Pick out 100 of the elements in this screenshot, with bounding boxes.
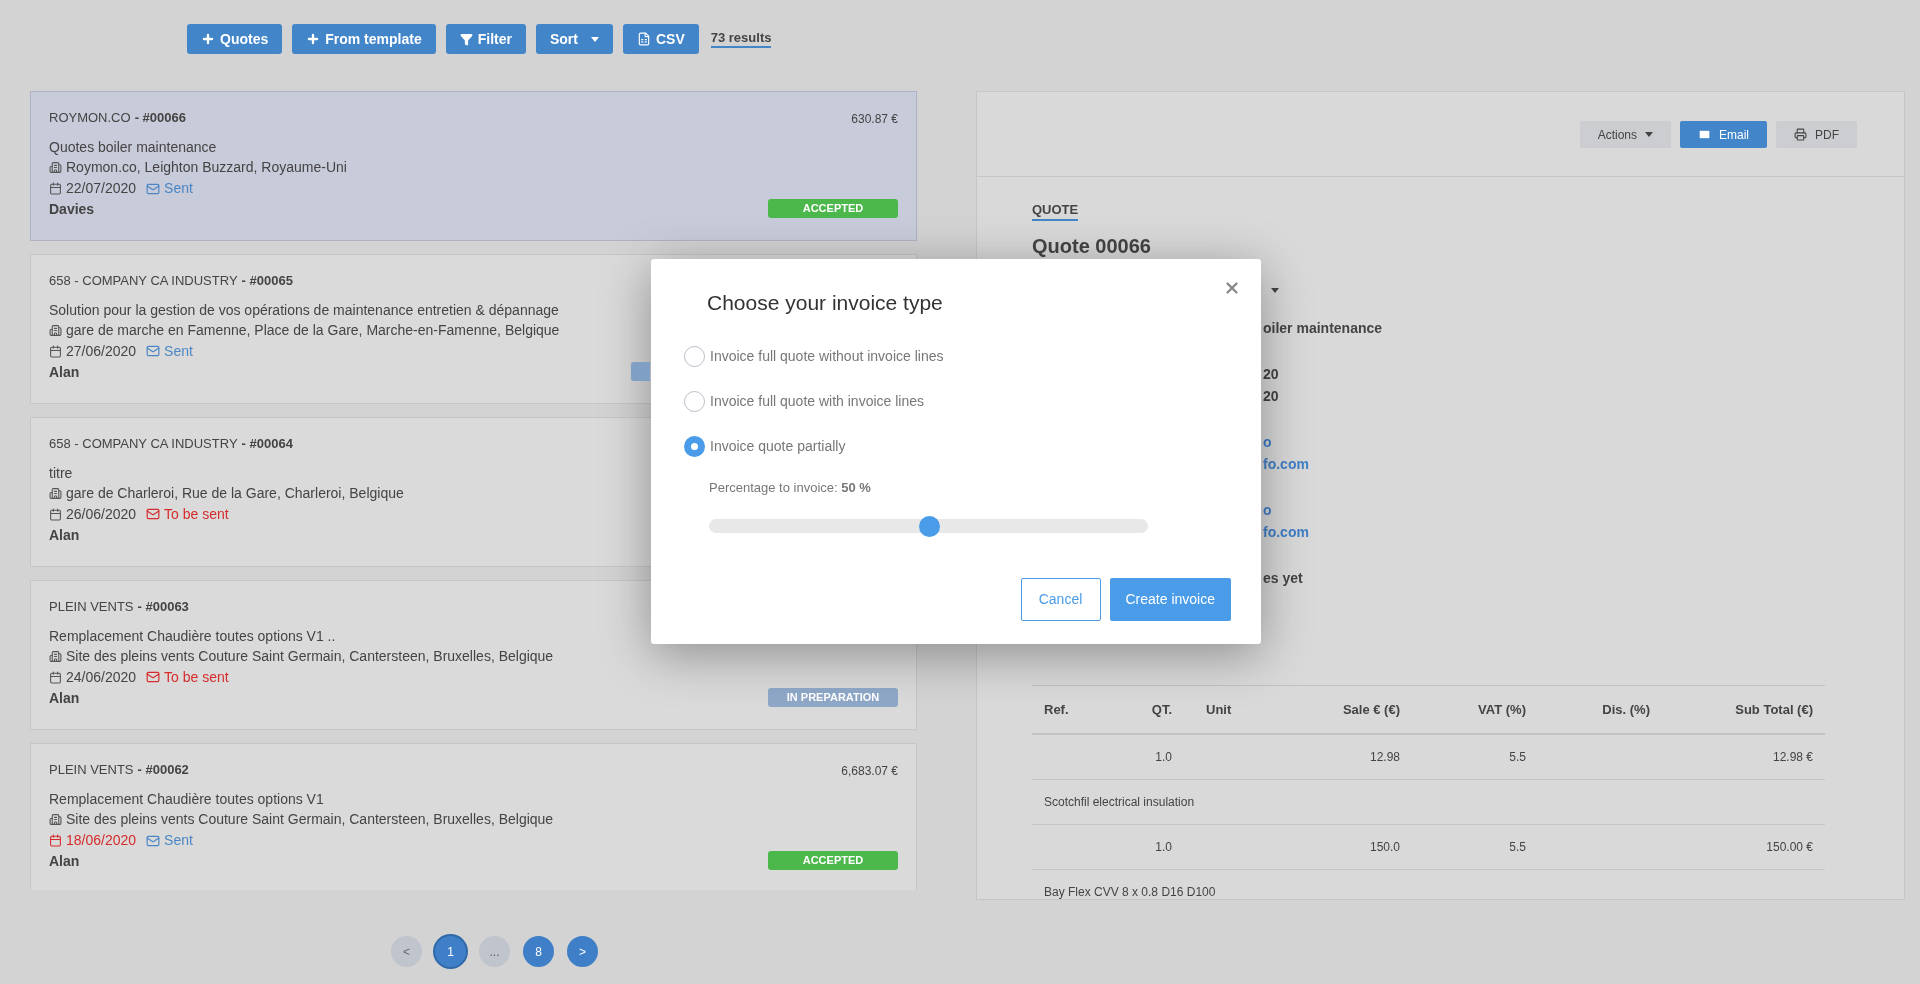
mail-status: To be sent <box>164 667 229 687</box>
quote-amount: 6,683.07 € <box>841 763 898 780</box>
quote-date: 27/06/2020 <box>66 341 137 361</box>
column-header: Sub Total (€) <box>1734 700 1814 719</box>
mail-status: Sent <box>164 831 193 850</box>
column-header: Sale € (€) <box>1341 700 1400 719</box>
results-count[interactable]: 73 results <box>710 30 772 48</box>
table-cell-text: 5.5 <box>1508 749 1526 766</box>
quote-date: 26/06/2020 <box>66 504 137 524</box>
quote-title: Quotes boiler maintenance <box>49 138 217 157</box>
item-description: Bay Flex CVV 8 x 0.8 D16 D100 <box>1044 884 1216 899</box>
quote-address: gare de marche en Famenne, Place de la Gare, Marche-en-Famenne, Belgique <box>66 320 560 340</box>
detail-link[interactable]: o <box>1263 499 1272 521</box>
table-cell-text: 12.98 € <box>1771 749 1814 766</box>
action-button[interactable]: PDF <box>1776 121 1857 148</box>
column-header: Dis. (%) <box>1601 700 1650 719</box>
page-button[interactable]: 8 <box>523 936 554 967</box>
building-icon <box>49 813 62 826</box>
column-header: QT. <box>1150 700 1172 719</box>
quote-title: Remplacement Chaudière toutes options V1 <box>49 790 324 809</box>
plus-icon <box>306 32 321 46</box>
mail-status: Sent <box>164 341 193 361</box>
column-header: VAT (%) <box>1477 700 1526 719</box>
toolbar-button[interactable]: Filter <box>445 24 526 54</box>
quote-author: Alan <box>49 525 80 545</box>
quote-address: Site des pleins vents Couture Saint Germain, Cantersteen, Bruxelles, Belgique <box>66 810 554 829</box>
toolbar-button[interactable]: Quotes <box>187 24 283 54</box>
quote-author: Alan <box>49 688 80 708</box>
building-icon <box>49 649 62 663</box>
radio-button[interactable] <box>684 391 705 412</box>
quote-title: Solution pour la gestion de vos opérations de maintenance entretien & dépannage <box>49 300 559 320</box>
toolbar-button[interactable]: CSV <box>622 24 699 54</box>
quote-address: gare de Charleroi, Rue de la Gare, Charleroi, Belgique <box>66 483 404 503</box>
file-icon <box>636 32 651 46</box>
table-cell-text: 1.0 <box>1154 839 1172 856</box>
percentage-label: Percentage to invoice: 50 % <box>709 478 871 497</box>
printer-icon <box>1794 128 1807 141</box>
cancel-button[interactable]: Cancel <box>1020 578 1101 621</box>
caret-icon <box>590 36 599 42</box>
quote-number: - #00064 <box>241 435 293 453</box>
table-cell-text: 150.00 € <box>1765 839 1814 856</box>
create-button[interactable]: Create invoice <box>1109 578 1231 621</box>
radio-button[interactable] <box>684 346 705 367</box>
page-button[interactable]: > <box>567 936 598 967</box>
item-description: Scotchfil electrical insulation <box>1044 794 1195 811</box>
table-cell-text: 5.5 <box>1508 839 1526 856</box>
toolbar-button[interactable]: From template <box>292 24 436 54</box>
quote-author: Alan <box>49 852 80 871</box>
quote-date: 24/06/2020 <box>66 667 137 687</box>
quote-card[interactable]: ROYMON.CO - #00066 630.87 € Quotes boiler maintenance Roymon.co, Leighton Buzzard, Royaume-Uni 22/07/2020 Sent Davies ACCEPTED <box>30 91 917 241</box>
filter-icon <box>459 32 473 46</box>
quote-amount: 630.87 € <box>851 111 898 128</box>
quote-heading: Quote 00066 <box>1032 234 1151 258</box>
slider-thumb[interactable] <box>918 516 940 537</box>
detail-link[interactable]: fo.com <box>1263 453 1309 475</box>
column-header: Unit <box>1205 700 1233 719</box>
table-cell-text: 1.0 <box>1154 749 1172 766</box>
quote-title: Remplacement Chaudière toutes options V1 .. <box>49 626 336 646</box>
quote-number: - #00063 <box>137 598 189 616</box>
quote-title: titre <box>49 463 73 483</box>
detail-link[interactable]: o <box>1263 431 1272 453</box>
quote-date: 18/06/2020 <box>66 831 137 850</box>
quote-number: - #00066 <box>134 109 186 127</box>
status-badge: IN PREPARATION <box>768 688 898 707</box>
client-name: PLEIN VENTS <box>49 598 134 616</box>
caret-icon <box>1645 132 1653 137</box>
client-name: ROYMON.CO <box>49 109 131 127</box>
action-button[interactable]: Actions <box>1579 121 1671 148</box>
detail-text: es yet <box>1263 569 1303 588</box>
table-cell-text: 150.0 <box>1368 839 1400 856</box>
detail-link[interactable]: fo.com <box>1263 521 1309 543</box>
page-button[interactable]: 1 <box>435 936 466 967</box>
plus-icon <box>201 32 215 46</box>
client-name: 658 - COMPANY CA INDUSTRY <box>49 435 238 453</box>
radio-button[interactable] <box>684 436 705 457</box>
building-icon <box>49 323 62 337</box>
toolbar-button[interactable]: Sort <box>535 24 613 54</box>
building-icon <box>49 161 62 174</box>
action-button[interactable]: Email <box>1680 121 1767 148</box>
option-label: Invoice full quote without invoice lines <box>710 347 944 366</box>
detail-text: oiler maintenance <box>1263 319 1383 338</box>
option-label: Invoice full quote with invoice lines <box>710 392 924 411</box>
quote-address: Roymon.co, Leighton Buzzard, Royaume-Uni <box>66 158 347 177</box>
quote-address: Site des pleins vents Couture Saint Germain, Cantersteen, Bruxelles, Belgique <box>66 646 554 666</box>
status-badge: ACCEPTED <box>768 851 898 870</box>
detail-text: 20 <box>1263 387 1279 406</box>
option-label: Invoice quote partially <box>710 437 846 456</box>
quote-number: - #00065 <box>241 272 293 290</box>
quote-date: 22/07/2020 <box>66 179 137 198</box>
dialog-title: Choose your invoice type <box>707 290 943 316</box>
close-icon[interactable] <box>1223 279 1241 297</box>
mail-status: Sent <box>164 179 193 198</box>
client-name: 658 - COMPANY CA INDUSTRY <box>49 272 238 290</box>
quote-number: - #00062 <box>137 761 189 779</box>
quote-author: Davies <box>49 200 95 219</box>
status-badge: ACCEPTED <box>768 199 898 218</box>
building-icon <box>49 486 62 500</box>
section-label: QUOTE <box>1032 201 1079 221</box>
quote-card[interactable]: PLEIN VENTS - #00062 6,683.07 € Remplacement Chaudière toutes options V1 Site des pleins vents Couture Saint Germain, Cantersteen, Bruxelles, Belgique 18/06/2020 Sent Alan ACCEPTED <box>30 743 917 890</box>
percentage-slider[interactable] <box>709 516 1148 536</box>
